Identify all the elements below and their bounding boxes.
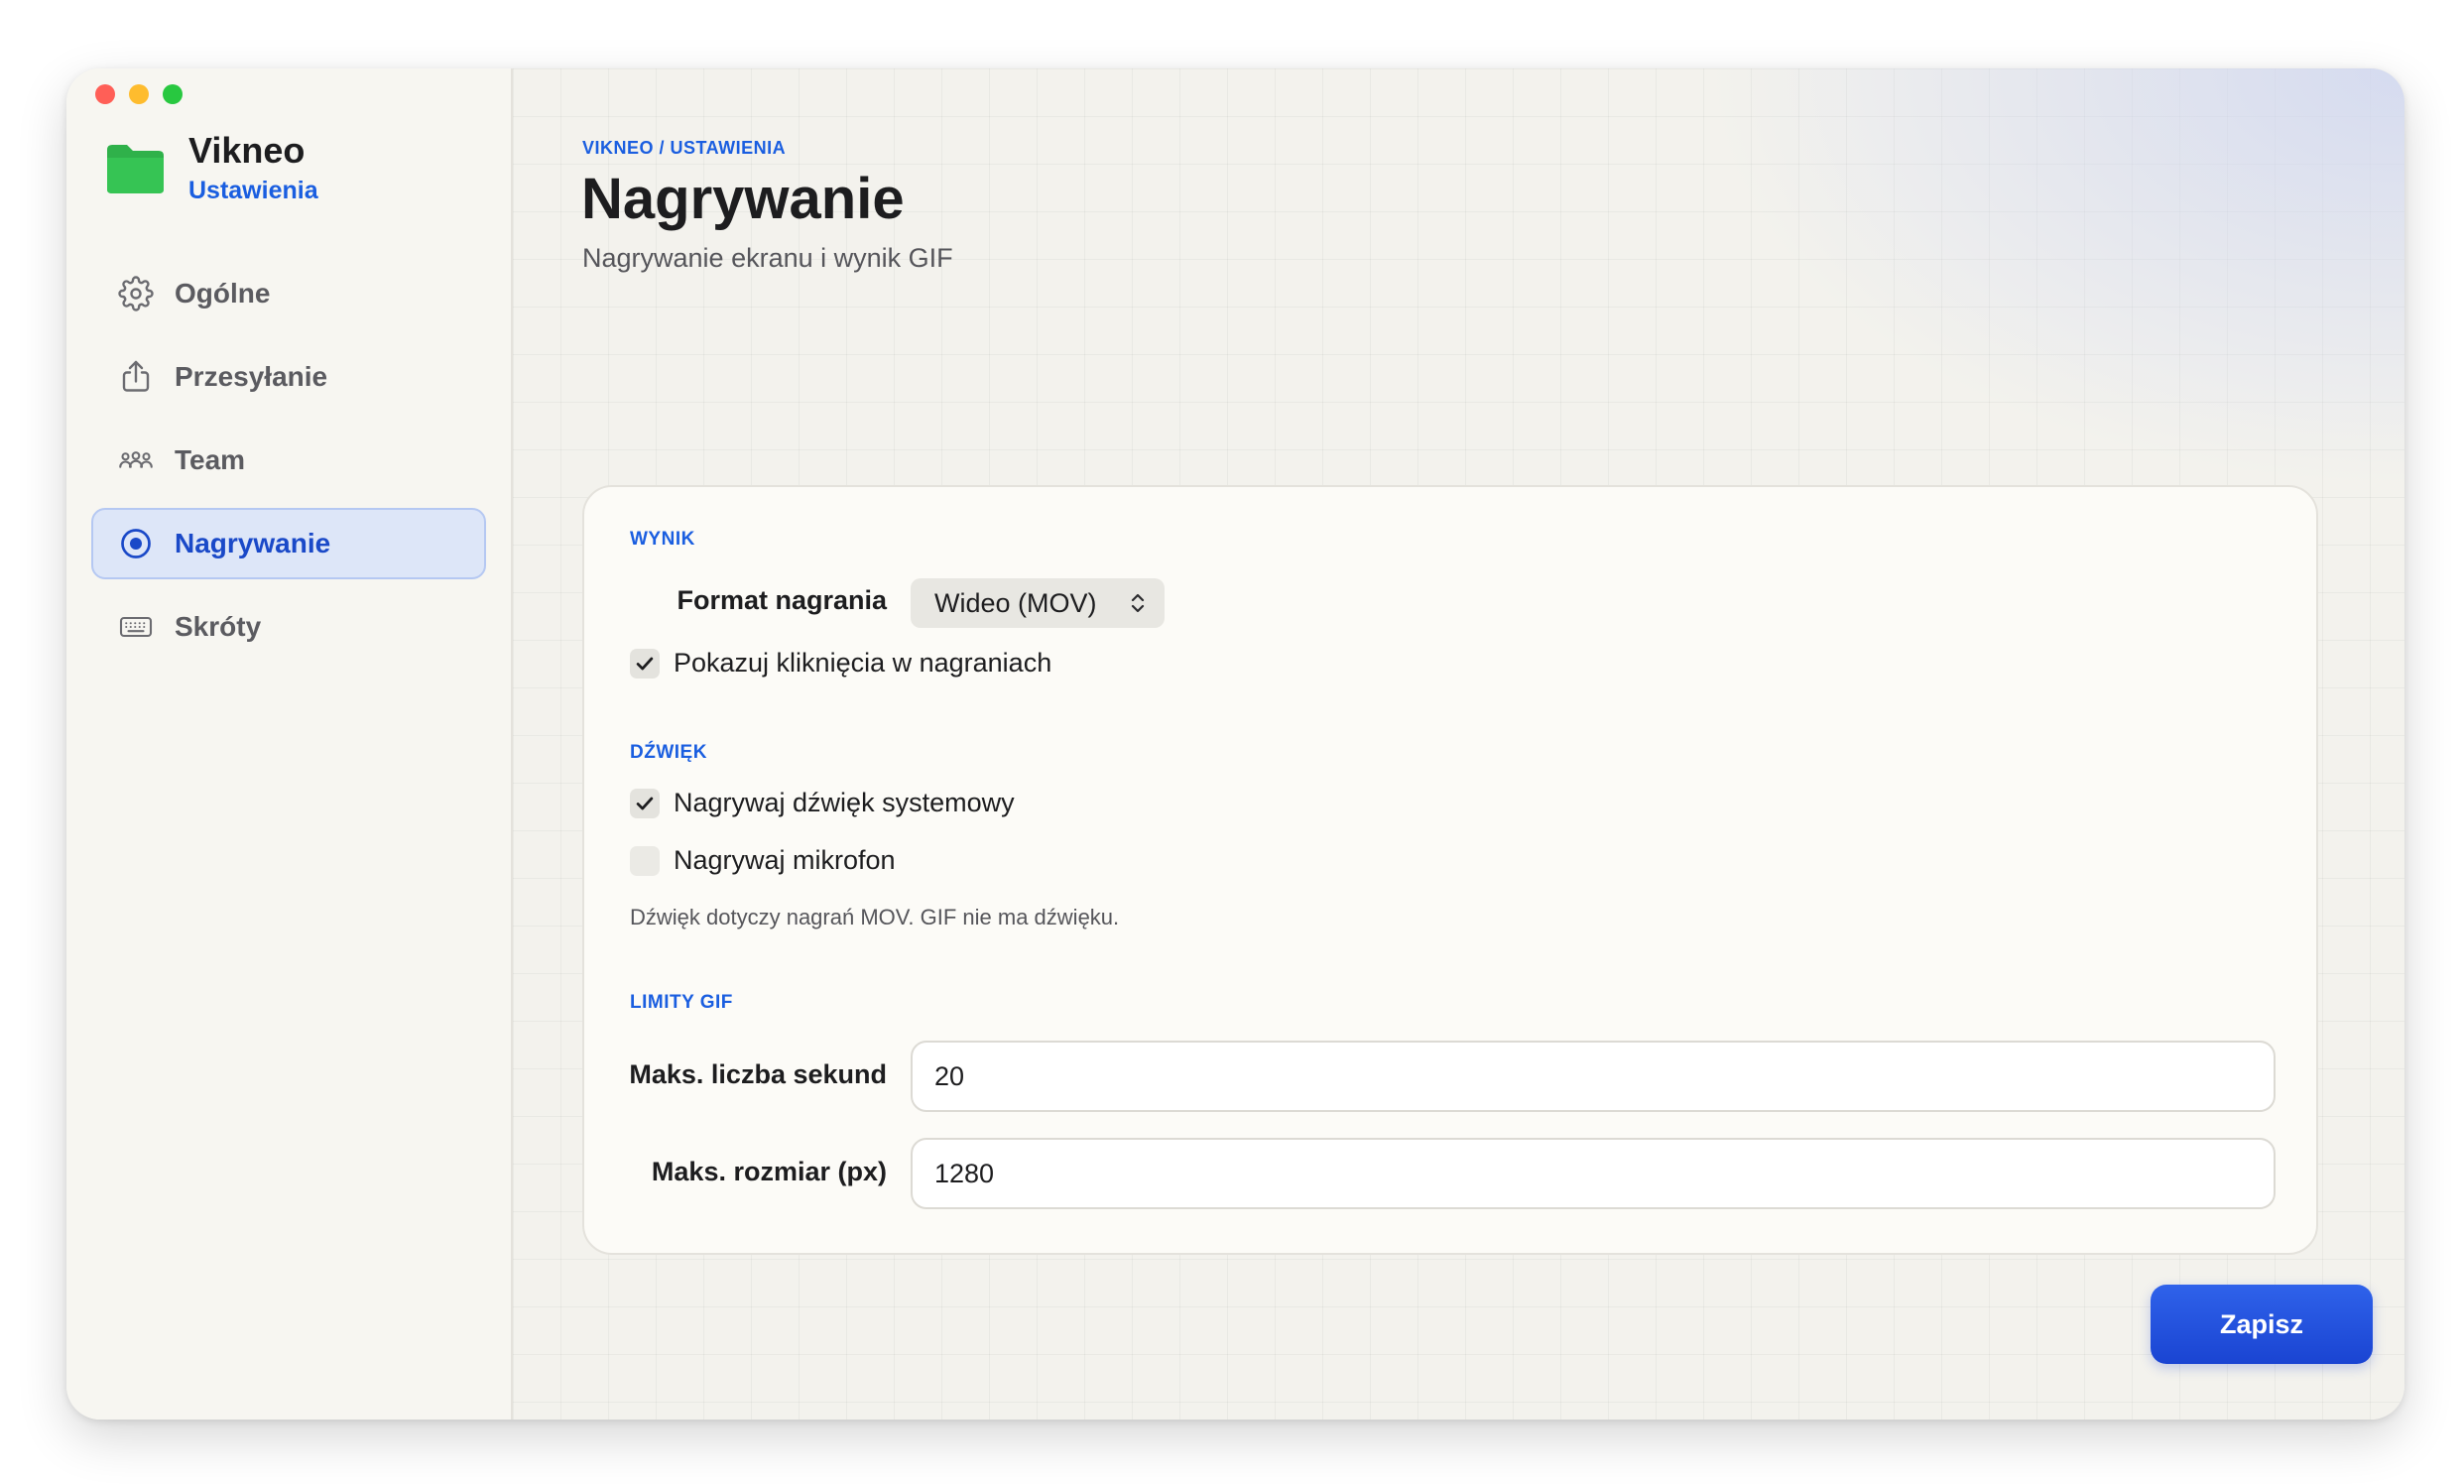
microphone-label: Nagrywaj mikrofon [674, 845, 896, 875]
record-icon [116, 524, 156, 563]
breadcrumb: VIKNEO / USTAWIENIA [582, 138, 787, 158]
main-content: VIKNEO / USTAWIENIA Nagrywanie Nagrywani… [513, 68, 2404, 1420]
show-clicks-label: Pokazuj kliknięcia w nagraniach [674, 648, 1052, 678]
system-audio-option: Nagrywaj dźwięk systemowy [630, 788, 1015, 818]
sidebar: Vikneo Ustawienia Ogólne Przesyłanie Tea… [66, 68, 513, 1420]
people-icon [116, 440, 156, 480]
save-button[interactable]: Zapisz [2151, 1285, 2373, 1364]
checkmark-icon [636, 797, 654, 809]
system-audio-checkbox[interactable] [630, 788, 660, 818]
system-audio-label: Nagrywaj dźwięk systemowy [674, 788, 1015, 817]
show-clicks-option: Pokazuj kliknięcia w nagraniach [630, 648, 1051, 679]
section-title-output: WYNIK [630, 529, 695, 550]
gear-icon [116, 274, 156, 313]
sidebar-item-przesylanie[interactable]: Przesyłanie [91, 341, 486, 413]
settings-window: Vikneo Ustawienia Ogólne Przesyłanie Tea… [66, 68, 2404, 1420]
format-label: Format nagrania [677, 585, 887, 615]
chevron-up-down-icon [1131, 593, 1145, 613]
max-size-label: Maks. rozmiar (px) [651, 1157, 887, 1186]
sidebar-item-nagrywanie[interactable]: Nagrywanie [91, 508, 486, 579]
max-seconds-input[interactable]: 20 [911, 1041, 2276, 1112]
section-title-gif-limits: LIMITY GIF [630, 992, 733, 1013]
app-brand: Vikneo Ustawienia [103, 130, 318, 207]
audio-note: Dźwięk dotyczy nagrań MOV. GIF nie ma dź… [630, 905, 1120, 929]
microphone-option: Nagrywaj mikrofon [630, 845, 896, 876]
maximize-window-button[interactable] [163, 84, 183, 104]
keyboard-icon [116, 607, 156, 647]
recording-settings-card: WYNIK Format nagrania Wideo (MOV) Pokazu… [582, 485, 2318, 1255]
sidebar-item-ogolne[interactable]: Ogólne [91, 258, 486, 329]
sidebar-item-label: Ogólne [175, 278, 271, 309]
microphone-checkbox[interactable] [630, 845, 660, 876]
page-title: Nagrywanie [581, 167, 905, 231]
app-title: Vikneo [188, 130, 306, 171]
sidebar-item-team[interactable]: Team [91, 425, 486, 496]
show-clicks-checkbox[interactable] [630, 648, 660, 679]
section-title-sound: DŹWIĘK [630, 742, 707, 763]
checkmark-icon [636, 657, 654, 670]
share-icon [116, 357, 156, 397]
window-controls [95, 84, 183, 104]
sidebar-nav: Ogólne Przesyłanie Team Nagrywanie Skrót… [91, 258, 486, 675]
page-subtitle: Nagrywanie ekranu i wynik GIF [582, 243, 953, 273]
sidebar-item-label: Przesyłanie [175, 361, 328, 392]
sidebar-item-skroty[interactable]: Skróty [91, 591, 486, 663]
app-subtitle: Ustawienia [188, 177, 318, 205]
sidebar-item-label: Team [175, 444, 246, 475]
max-size-input[interactable]: 1280 [911, 1138, 2276, 1209]
folder-icon [107, 144, 164, 193]
close-window-button[interactable] [95, 84, 115, 104]
max-seconds-label: Maks. liczba sekund [629, 1059, 887, 1089]
sidebar-item-label: Skróty [175, 611, 262, 642]
format-select-value: Wideo (MOV) [934, 587, 1097, 618]
sidebar-item-label: Nagrywanie [175, 528, 331, 558]
format-select[interactable]: Wideo (MOV) [911, 578, 1165, 628]
minimize-window-button[interactable] [129, 84, 149, 104]
